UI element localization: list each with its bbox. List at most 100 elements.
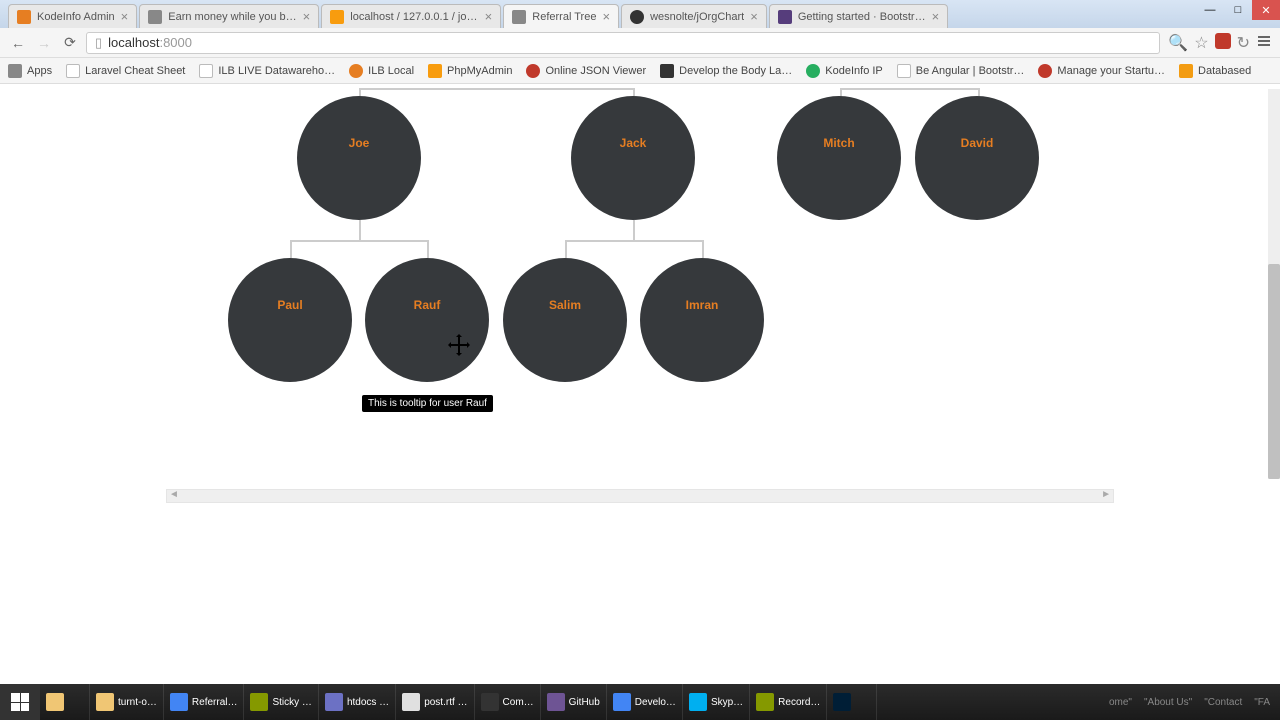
reload-button[interactable]: ⟳ bbox=[60, 33, 80, 53]
bookmark-favicon-icon bbox=[660, 64, 674, 78]
bookmark-favicon-icon bbox=[526, 64, 540, 78]
taskbar-item[interactable]: GitHub bbox=[541, 684, 607, 720]
bookmark-item[interactable]: Develop the Body La… bbox=[660, 64, 792, 78]
star-icon[interactable]: ☆ bbox=[1194, 33, 1208, 53]
bookmark-item[interactable]: Laravel Cheat Sheet bbox=[66, 64, 185, 78]
bookmark-item[interactable]: Databased bbox=[1179, 64, 1251, 78]
tab-close-icon[interactable]: × bbox=[750, 9, 758, 24]
tab-favicon-icon bbox=[630, 10, 644, 24]
tab-close-icon[interactable]: × bbox=[121, 9, 129, 24]
taskbar-item[interactable]: Sticky … bbox=[244, 684, 318, 720]
node-label: Jack bbox=[620, 136, 647, 150]
browser-tab[interactable]: Referral Tree× bbox=[503, 4, 619, 28]
windows-taskbar: turnt-o…Referral… Sticky … htdocs … post.rt… bbox=[0, 684, 1280, 720]
tab-close-icon[interactable]: × bbox=[932, 9, 940, 24]
browser-tab[interactable]: localhost / 127.0.0.1 / jor… × bbox=[321, 4, 501, 28]
bookmark-item[interactable]: KodeInfo IP bbox=[806, 64, 883, 78]
tab-favicon-icon bbox=[512, 10, 526, 24]
bookmark-label: ILB Local bbox=[368, 65, 414, 77]
browser-tab[interactable]: KodeInfo Admin × bbox=[8, 4, 137, 28]
taskbar-label: Sticky … bbox=[272, 697, 311, 708]
taskbar-app-icon bbox=[481, 693, 499, 711]
taskbar-app-icon bbox=[250, 693, 268, 711]
bookmark-item[interactable]: ILB LIVE Datawareho… bbox=[199, 64, 335, 78]
taskbar-item[interactable]: Referral… bbox=[164, 684, 245, 720]
taskbar-app-icon bbox=[325, 693, 343, 711]
tab-title: KodeInfo Admin bbox=[37, 11, 115, 23]
taskbar-item[interactable]: Develo… bbox=[607, 684, 683, 720]
bookmark-label: Laravel Cheat Sheet bbox=[85, 65, 185, 77]
browser-tab[interactable]: Earn money while you br… × bbox=[139, 4, 319, 28]
extension-icon[interactable] bbox=[1215, 33, 1231, 49]
windows-logo-icon bbox=[11, 693, 29, 711]
taskbar-label: post.rtf … bbox=[424, 697, 467, 708]
connector-line bbox=[290, 240, 292, 258]
connector-line bbox=[427, 240, 429, 258]
bookmark-favicon-icon bbox=[428, 64, 442, 78]
bookmark-item[interactable]: PhpMyAdmin bbox=[428, 64, 512, 78]
forward-button[interactable]: → bbox=[34, 33, 54, 53]
org-node-paul[interactable]: Paul bbox=[228, 258, 352, 382]
bookmark-label: ILB LIVE Datawareho… bbox=[218, 65, 335, 77]
browser-nav-bar: ← → ⟳ ▯ localhost:8000 🔍 ☆ ↻ bbox=[0, 28, 1280, 58]
bookmark-item[interactable]: Be Angular | Bootstr… bbox=[897, 64, 1025, 78]
org-node-david[interactable]: David bbox=[915, 96, 1039, 220]
refresh-ext-icon[interactable]: ↻ bbox=[1237, 33, 1250, 53]
url-port: :8000 bbox=[159, 35, 192, 50]
connector-line bbox=[290, 240, 427, 242]
taskbar-item[interactable] bbox=[40, 684, 90, 720]
start-button[interactable] bbox=[0, 684, 40, 720]
org-node-imran[interactable]: Imran bbox=[640, 258, 764, 382]
horizontal-scrollbar[interactable]: ◄ ► bbox=[166, 489, 1114, 503]
bookmark-item[interactable]: Online JSON Viewer bbox=[526, 64, 646, 78]
taskbar-label: Record… bbox=[778, 697, 820, 708]
tab-title: wesnolte/jOrgChart bbox=[650, 11, 744, 23]
connector-line bbox=[565, 240, 702, 242]
org-node-joe[interactable]: Joe bbox=[297, 96, 421, 220]
taskbar-app-icon bbox=[756, 693, 774, 711]
org-node-salim[interactable]: Salim bbox=[503, 258, 627, 382]
org-node-jack[interactable]: Jack bbox=[571, 96, 695, 220]
tab-close-icon[interactable]: × bbox=[485, 9, 493, 24]
taskbar-app-icon bbox=[689, 693, 707, 711]
taskbar-item[interactable]: post.rtf … bbox=[396, 684, 474, 720]
menu-button[interactable] bbox=[1256, 33, 1272, 49]
tab-close-icon[interactable]: × bbox=[303, 9, 311, 24]
taskbar-item[interactable] bbox=[827, 684, 877, 720]
org-node-rauf[interactable]: Rauf bbox=[365, 258, 489, 382]
bookmark-item[interactable]: ILB Local bbox=[349, 64, 414, 78]
taskbar-item[interactable]: turnt-o… bbox=[90, 684, 164, 720]
bookmark-favicon-icon bbox=[806, 64, 820, 78]
bookmark-item[interactable]: Apps bbox=[8, 64, 52, 78]
tab-title: Getting started · Bootstr… bbox=[798, 11, 926, 23]
vertical-scrollbar-thumb[interactable] bbox=[1268, 264, 1280, 479]
maximize-button[interactable]: □ bbox=[1224, 0, 1252, 20]
zoom-icon[interactable]: 🔍 bbox=[1168, 33, 1188, 53]
tab-favicon-icon bbox=[17, 10, 31, 24]
org-node-mitch[interactable]: Mitch bbox=[777, 96, 901, 220]
ghost-text: ome""About Us""Contact"FA bbox=[877, 697, 1280, 708]
connector-line bbox=[840, 88, 978, 90]
tab-favicon-icon bbox=[330, 10, 344, 24]
bookmark-label: Be Angular | Bootstr… bbox=[916, 65, 1025, 77]
bookmark-favicon-icon bbox=[897, 64, 911, 78]
bookmark-item[interactable]: Manage your Startu… bbox=[1038, 64, 1165, 78]
taskbar-item[interactable]: Com… bbox=[475, 684, 541, 720]
taskbar-item[interactable]: htdocs … bbox=[319, 684, 396, 720]
taskbar-app-icon bbox=[170, 693, 188, 711]
taskbar-label: Skyp… bbox=[711, 697, 743, 708]
back-button[interactable]: ← bbox=[8, 33, 28, 53]
bookmark-label: Apps bbox=[27, 65, 52, 77]
close-button[interactable]: ✕ bbox=[1252, 0, 1280, 20]
browser-tab[interactable]: wesnolte/jOrgChart × bbox=[621, 4, 767, 28]
taskbar-label: htdocs … bbox=[347, 697, 389, 708]
tab-title: Earn money while you br… bbox=[168, 11, 296, 23]
browser-tab[interactable]: Getting started · Bootstr… × bbox=[769, 4, 948, 28]
taskbar-item[interactable]: Record… bbox=[750, 684, 827, 720]
tab-close-icon[interactable]: × bbox=[602, 9, 610, 24]
minimize-button[interactable]: — bbox=[1196, 0, 1224, 20]
node-label: Joe bbox=[349, 136, 370, 150]
address-bar[interactable]: ▯ localhost:8000 bbox=[86, 32, 1160, 54]
tab-title: localhost / 127.0.0.1 / jor… bbox=[350, 11, 478, 23]
taskbar-item[interactable]: Skyp… bbox=[683, 684, 750, 720]
